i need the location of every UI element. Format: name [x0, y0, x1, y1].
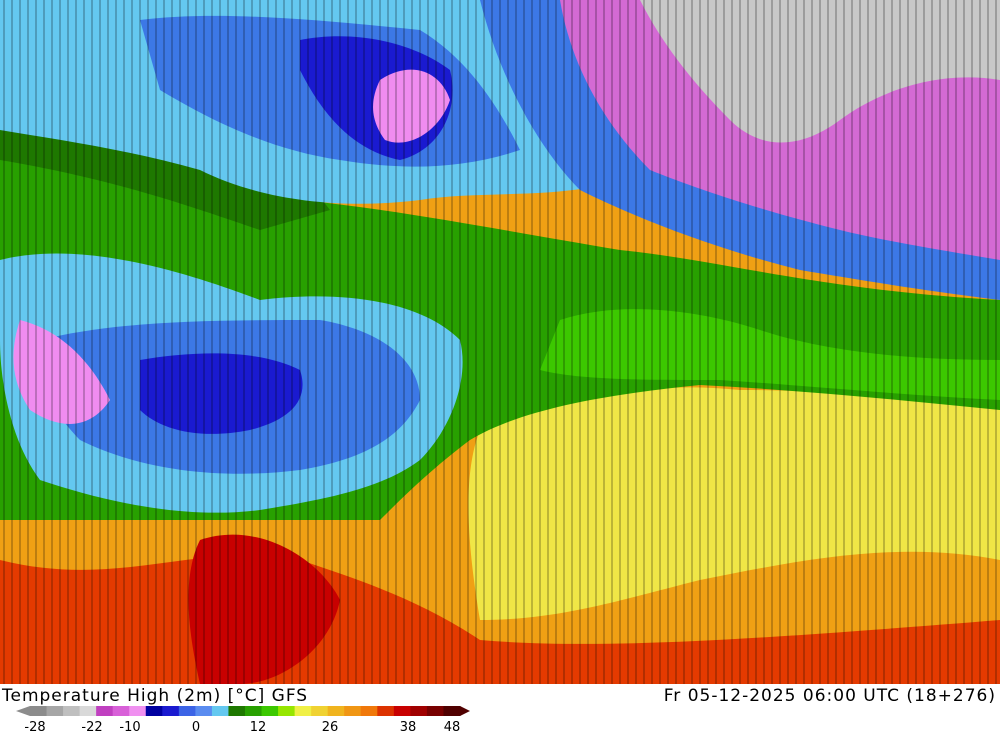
colorbar-swatch	[245, 706, 263, 716]
colorbar-right-arrow	[460, 706, 470, 716]
colorbar-swatch	[228, 706, 246, 716]
colorbar-swatch	[377, 706, 395, 716]
colorbar-swatch	[360, 706, 378, 716]
color-scale-legend: -28 -22 -10 0 12 26 38 48	[16, 706, 470, 733]
colorbar-swatch	[410, 706, 428, 716]
colorbar-swatch	[162, 706, 180, 716]
colorbar-swatch	[294, 706, 312, 716]
contour-label-texture	[0, 0, 1000, 684]
colorbar-tick-label: -10	[119, 720, 140, 733]
colorbar-swatch	[178, 706, 196, 716]
colorbar-swatch	[344, 706, 362, 716]
colorbar-swatch	[443, 706, 461, 716]
valid-time: Fr 05-12-2025 06:00 UTC (18+276)	[663, 686, 996, 706]
colorbar-tick-label: 48	[444, 720, 461, 733]
colorbar-swatch	[393, 706, 411, 716]
colorbar-swatch	[278, 706, 296, 716]
map-footer: Temperature High (2m) [°C] GFS Fr 05-12-…	[0, 684, 1000, 733]
colorbar-swatch	[327, 706, 345, 716]
colorbar-swatch	[311, 706, 329, 716]
colorbar-swatch	[46, 706, 64, 716]
colorbar-swatch	[79, 706, 97, 716]
colorbar-tick-label: 38	[400, 720, 417, 733]
temperature-map	[0, 0, 1000, 684]
colorbar-swatch	[112, 706, 130, 716]
colorbar-swatch	[30, 706, 48, 716]
map-title: Temperature High (2m) [°C] GFS	[2, 686, 309, 706]
colorbar-tick-label: -22	[81, 720, 102, 733]
colorbar-swatch	[195, 706, 213, 716]
colorbar-left-arrow	[16, 706, 30, 716]
colorbar-tick-label: 12	[250, 720, 267, 733]
colorbar-tick-label: -28	[24, 720, 45, 733]
colorbar-swatch	[96, 706, 114, 716]
colorbar-tick-label: 0	[192, 720, 200, 733]
colorbar-swatch	[261, 706, 279, 716]
colorbar-tick-label: 26	[322, 720, 339, 733]
colorbar-swatch	[426, 706, 444, 716]
colorbar-swatch	[211, 706, 229, 716]
colorbar-swatch	[129, 706, 147, 716]
colorbar-swatch	[63, 706, 81, 716]
colorbar-swatch	[145, 706, 163, 716]
